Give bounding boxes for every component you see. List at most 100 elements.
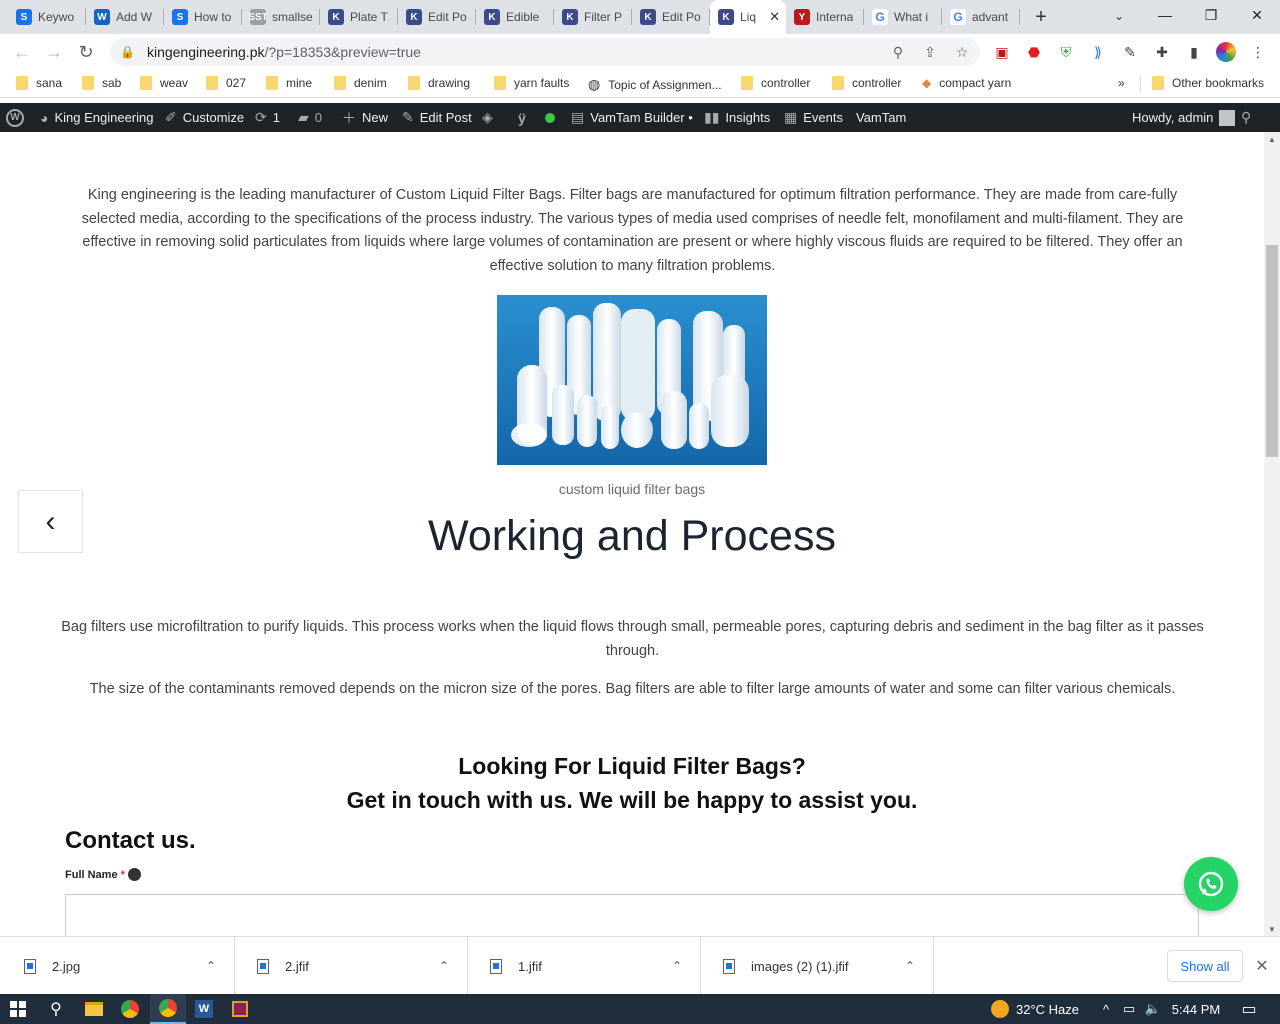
volume-icon[interactable]: 🔈 bbox=[1142, 994, 1164, 1024]
bookmark-item[interactable]: controller bbox=[832, 76, 901, 90]
events-link[interactable]: ▦ Events bbox=[784, 103, 843, 132]
tab[interactable]: S Keywo bbox=[8, 0, 86, 34]
tab-search-icon[interactable]: ⌄ bbox=[1108, 6, 1130, 26]
bookmark-item[interactable]: mine bbox=[266, 76, 312, 90]
windows-start-icon[interactable] bbox=[0, 994, 36, 1024]
extensions-puzzle-icon[interactable]: ✚ bbox=[1150, 40, 1174, 64]
account-menu[interactable]: Howdy, admin bbox=[1132, 103, 1236, 132]
edit-post-link[interactable]: ✎ Edit Post bbox=[402, 103, 472, 132]
word-icon[interactable]: W bbox=[186, 994, 222, 1024]
restore-icon[interactable]: ❐ bbox=[1188, 0, 1234, 30]
bookmark-item[interactable]: controller bbox=[741, 76, 810, 90]
other-bookmarks[interactable]: Other bookmarks bbox=[1152, 76, 1264, 90]
chevron-up-icon[interactable]: ⌃ bbox=[439, 959, 449, 973]
vamtam-link[interactable]: VamTam bbox=[856, 103, 906, 132]
bookmark-item[interactable]: weav bbox=[140, 76, 188, 90]
tab[interactable]: S How to bbox=[164, 0, 242, 34]
scroll-up-arrow-icon[interactable]: ▲ bbox=[1264, 132, 1280, 146]
page-scrollbar[interactable]: ▲ ▼ bbox=[1264, 132, 1280, 936]
search-icon[interactable]: ⚲ bbox=[38, 994, 74, 1024]
bookmark-star-icon[interactable]: ☆ bbox=[952, 42, 972, 62]
tab-favicon-icon: G bbox=[950, 9, 966, 25]
scrollbar-thumb[interactable] bbox=[1266, 245, 1278, 457]
shield-icon[interactable]: ⛨ bbox=[1054, 40, 1078, 64]
archive-app-icon[interactable] bbox=[222, 994, 258, 1024]
tab-active[interactable]: K Liq ✕ bbox=[710, 0, 786, 34]
close-tab-icon[interactable]: ✕ bbox=[769, 9, 780, 25]
site-name-link[interactable]: ◕ King Engineering bbox=[40, 103, 154, 132]
search-icon[interactable]: ⚲ bbox=[1241, 103, 1251, 132]
bookmark-item[interactable]: yarn faults bbox=[494, 76, 569, 90]
side-panel-icon[interactable]: ▮ bbox=[1182, 40, 1206, 64]
insights-link[interactable]: ▮▮ Insights bbox=[704, 103, 770, 132]
tab[interactable]: K Edit Po bbox=[632, 0, 710, 34]
bookmark-item[interactable]: ◍ Topic of Assignmen... bbox=[588, 76, 722, 93]
chrome-active-icon[interactable] bbox=[150, 994, 186, 1024]
tab[interactable]: G What i bbox=[864, 0, 942, 34]
address-bar[interactable]: 🔒 kingengineering.pk/?p=18353&preview=tr… bbox=[110, 38, 980, 66]
chevron-up-icon[interactable]: ⌃ bbox=[905, 959, 915, 973]
bookmark-item[interactable]: sana bbox=[16, 76, 62, 90]
tab[interactable]: K Edible bbox=[476, 0, 554, 34]
chrome-icon[interactable] bbox=[112, 994, 148, 1024]
bookmark-item[interactable]: drawing bbox=[408, 76, 470, 90]
diamond-plugin-icon[interactable]: ◈ bbox=[482, 103, 493, 132]
notifications-icon[interactable]: ▭ bbox=[1234, 994, 1264, 1024]
tab[interactable]: Gadvant bbox=[942, 0, 1020, 34]
bookmark-item[interactable]: sab bbox=[82, 76, 121, 90]
reload-icon[interactable]: ↻ bbox=[70, 36, 102, 68]
network-icon[interactable]: ▭ bbox=[1118, 994, 1140, 1024]
profile-avatar[interactable] bbox=[1214, 40, 1238, 64]
minimize-icon[interactable]: — bbox=[1142, 0, 1188, 30]
vamtam-builder-link[interactable]: ▤ VamTam Builder • bbox=[571, 103, 693, 132]
bookmark-item[interactable]: 027 bbox=[206, 76, 246, 90]
seo-status-dot[interactable] bbox=[545, 103, 555, 132]
scroll-down-arrow-icon[interactable]: ▼ bbox=[1264, 922, 1280, 936]
comments-link[interactable]: ▰ 0 bbox=[298, 103, 322, 132]
help-icon[interactable] bbox=[127, 868, 141, 881]
tab[interactable]: SST smallse bbox=[242, 0, 320, 34]
tray-chevron-up-icon[interactable]: ^ bbox=[1098, 994, 1114, 1024]
adblock-icon[interactable]: ⬣ bbox=[1022, 40, 1046, 64]
tab[interactable]: W Add W bbox=[86, 0, 164, 34]
weather-icon[interactable] bbox=[990, 994, 1010, 1024]
file-explorer-icon[interactable] bbox=[76, 994, 112, 1024]
tab[interactable]: K Edit Po bbox=[398, 0, 476, 34]
share-icon[interactable]: ⇪ bbox=[920, 42, 940, 62]
chevron-up-icon[interactable]: ⌃ bbox=[206, 959, 216, 973]
extension-icon-4[interactable]: ⟫ bbox=[1086, 40, 1110, 64]
previous-slide-button[interactable]: ‹ bbox=[18, 490, 83, 553]
download-item[interactable]: 2.jpg ⌃ bbox=[2, 937, 235, 995]
menu-kebab-icon[interactable]: ⋮ bbox=[1246, 40, 1270, 64]
updates-link[interactable]: ⟳ 1 bbox=[255, 103, 280, 132]
extension-icon-1[interactable]: ▣ bbox=[990, 40, 1014, 64]
whatsapp-chat-button[interactable] bbox=[1184, 857, 1238, 911]
chevron-up-icon[interactable]: ⌃ bbox=[672, 959, 682, 973]
bookmark-item[interactable]: ◆ compact yarn bbox=[922, 76, 1011, 90]
new-tab-icon[interactable]: + bbox=[1026, 0, 1056, 34]
new-link[interactable]: ＋ New bbox=[342, 103, 388, 132]
wordpress-logo-icon[interactable]: W bbox=[6, 103, 24, 132]
show-all-button[interactable]: Show all bbox=[1167, 950, 1243, 982]
lock-icon[interactable]: 🔒 bbox=[120, 45, 135, 59]
url-text[interactable]: kingengineering.pk/?p=18353&preview=true bbox=[147, 44, 421, 60]
forward-icon[interactable]: → bbox=[38, 36, 70, 68]
eyedropper-icon[interactable]: ✎ bbox=[1118, 40, 1142, 64]
download-item[interactable]: 1.jfif ⌃ bbox=[468, 937, 701, 995]
close-window-icon[interactable]: ✕ bbox=[1234, 0, 1280, 30]
yoast-icon[interactable]: ÿ bbox=[518, 103, 526, 132]
bookmark-item[interactable]: denim bbox=[334, 76, 387, 90]
download-item[interactable]: images (2) (1).jfif ⌃ bbox=[701, 937, 934, 995]
bookmarks-overflow[interactable]: » bbox=[1118, 76, 1125, 90]
back-icon[interactable]: ← bbox=[6, 36, 38, 68]
download-item[interactable]: 2.jfif ⌃ bbox=[235, 937, 468, 995]
zoom-icon[interactable]: ⚲ bbox=[888, 42, 908, 62]
tab[interactable]: K Filter P bbox=[554, 0, 632, 34]
full-name-input[interactable] bbox=[65, 894, 1199, 936]
customize-link[interactable]: ✐ Customize bbox=[165, 103, 244, 132]
close-downloads-icon[interactable]: ✕ bbox=[1252, 956, 1272, 976]
tab[interactable]: K Plate T bbox=[320, 0, 398, 34]
clock[interactable]: 5:44 PM bbox=[1168, 994, 1224, 1024]
weather-text[interactable]: 32°C Haze bbox=[1016, 994, 1096, 1024]
tab[interactable]: Y Interna bbox=[786, 0, 864, 34]
